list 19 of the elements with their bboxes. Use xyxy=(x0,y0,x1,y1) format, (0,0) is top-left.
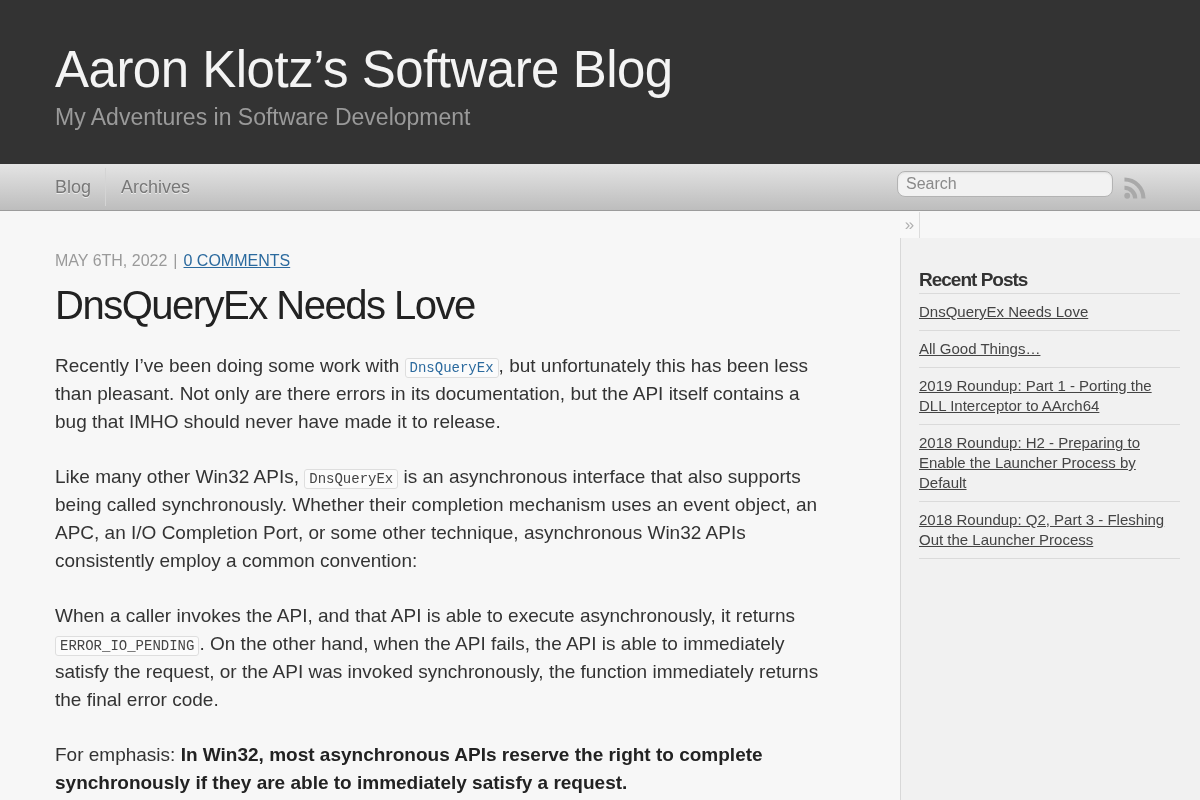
post-paragraph: Like many other Win32 APIs, DnsQueryEx is an asynchronous interface that also supports being called synchronously. Whether their completion mechanism uses an event object, an APC, an I/O Completion Port, or some other technique, asynchronous Win32 APIs consistently employ a common convention: xyxy=(55,465,819,573)
recent-post-link[interactable]: 2018 Roundup: H2 - Preparing to Enable the Launcher Process by Default xyxy=(919,433,1180,493)
post-paragraph: When a caller invokes the API, and that API is able to execute asynchronously, it returns ERROR_IO_PENDING . On the other hand, when the API fails, the API is able to immediately satisfy the request, or the API was invoked synchronously, the function immediately returns the final error code. xyxy=(55,604,820,712)
site-subtitle: My Adventures in Software Development xyxy=(55,103,471,132)
recent-post-link[interactable]: 2018 Roundup: Q2, Part 3 - Fleshing Out the Launcher Process xyxy=(919,510,1180,550)
recent-post-link[interactable]: DnsQueryEx Needs Love xyxy=(919,302,1089,322)
code-link[interactable]: DnsQueryEx xyxy=(404,358,499,378)
search-field[interactable]: Search xyxy=(897,171,1113,197)
post-title: DnsQueryEx Needs Love xyxy=(55,282,475,329)
post-date: MAY 6TH, 2022 xyxy=(55,251,168,271)
recent-post-link[interactable]: All Good Things… xyxy=(919,339,1041,359)
sidebar-heading: Recent Posts xyxy=(919,267,1180,294)
post-paragraph: Recently I’ve been doing some work with DnsQueryEx , but unfortunately this has been less than pleasant. Not only are there errors in its documentation, but the API itself contains a bug that IMHO should never have made it to release. xyxy=(55,354,810,434)
comments-link[interactable]: 0 COMMENTS xyxy=(183,251,291,271)
post-paragraph: For emphasis: In Win32, most asynchronous APIs reserve the right to complete synchronously if they are able to immediately satisfy a request. xyxy=(55,743,764,795)
recent-post-link[interactable]: 2019 Roundup: Part 1 - Porting the DLL Interceptor to AArch64 xyxy=(919,376,1180,416)
site-title: Aaron Klotz’s Software Blog xyxy=(55,40,673,100)
meta-separator: | xyxy=(173,251,178,271)
rss-icon[interactable] xyxy=(1124,177,1146,199)
